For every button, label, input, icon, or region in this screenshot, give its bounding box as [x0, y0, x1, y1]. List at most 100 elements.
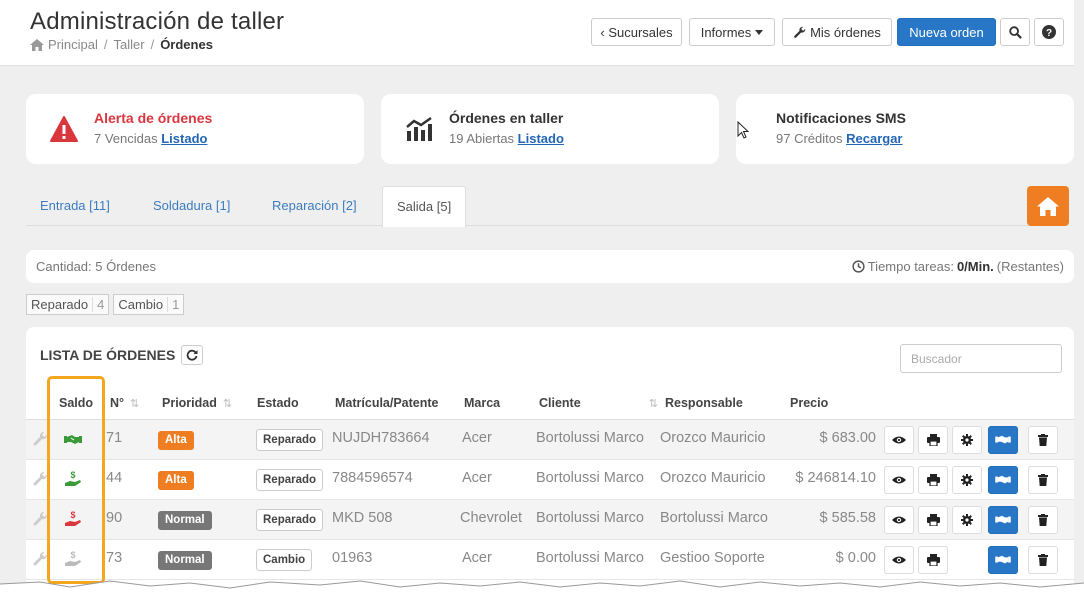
- clock-icon: [852, 260, 865, 273]
- table-row[interactable]: 71 Alta Reparado NUJDH783664 Acer Bortol…: [26, 420, 1074, 460]
- help-button[interactable]: ?: [1034, 18, 1064, 46]
- delete-button[interactable]: [1028, 466, 1058, 494]
- table-row[interactable]: $ 90 Normal Reparado MKD 508 Chevrolet B…: [26, 500, 1074, 540]
- hand-money-icon: $: [65, 470, 81, 486]
- svg-text:$: $: [70, 550, 75, 560]
- help-icon: ?: [1042, 25, 1056, 39]
- breadcrumb-home[interactable]: Principal: [48, 37, 98, 52]
- orders-list-title: LISTA DE ÓRDENES: [40, 345, 204, 365]
- column-matricula[interactable]: Matrícula/Patente: [335, 396, 439, 410]
- column-estado[interactable]: Estado: [257, 396, 299, 410]
- trash-icon: [1038, 514, 1048, 526]
- tag-reparado[interactable]: Reparado 4: [26, 294, 110, 315]
- deliver-button[interactable]: [988, 506, 1018, 534]
- refresh-button[interactable]: [181, 345, 204, 365]
- nueva-orden-label: Nueva orden: [909, 24, 984, 40]
- priority-badge: Alta: [158, 471, 194, 490]
- tag-count: 4: [92, 297, 108, 312]
- trash-icon: [1038, 434, 1048, 446]
- handshake-icon: [995, 515, 1011, 524]
- print-icon: [926, 474, 940, 486]
- status-badge: Reparado: [256, 509, 324, 531]
- sucursales-label: ‹ Sucursales: [600, 24, 673, 40]
- client: Bortolussi Marco: [536, 550, 644, 566]
- eye-icon: [892, 556, 906, 564]
- view-button[interactable]: [884, 506, 914, 534]
- wrench-icon[interactable]: [32, 511, 48, 527]
- settings-button[interactable]: [952, 506, 982, 534]
- settings-button[interactable]: [952, 466, 982, 494]
- wrench-icon[interactable]: [32, 471, 48, 487]
- view-button[interactable]: [884, 426, 914, 454]
- tag-label: Reparado: [31, 297, 89, 312]
- column-numero[interactable]: N° ⇅: [110, 396, 139, 410]
- deliver-button[interactable]: [988, 426, 1018, 454]
- wrench-icon[interactable]: [32, 551, 48, 567]
- sort-icon: ⇅: [222, 397, 233, 410]
- delete-button[interactable]: [1028, 426, 1058, 454]
- informes-dropdown-button[interactable]: Informes: [689, 18, 775, 46]
- svg-text:$: $: [70, 470, 75, 480]
- view-button[interactable]: [884, 466, 914, 494]
- breadcrumb-taller[interactable]: Taller: [113, 37, 144, 52]
- panel-title-text: LISTA DE ÓRDENES: [40, 347, 176, 363]
- view-button[interactable]: [884, 546, 914, 574]
- home-icon: [1037, 196, 1059, 216]
- gear-icon: [961, 474, 973, 486]
- settings-button[interactable]: [952, 426, 982, 454]
- delete-button[interactable]: [1028, 506, 1058, 534]
- mis-ordenes-button[interactable]: Mis órdenes: [782, 18, 892, 46]
- priority-badge: Normal: [158, 511, 212, 530]
- tab-entrada[interactable]: Entrada [11]: [26, 186, 124, 226]
- card-subtitle: 7 Vencidas Listado: [94, 131, 207, 146]
- tag-cambio[interactable]: Cambio 1: [113, 294, 185, 315]
- print-button[interactable]: [918, 506, 948, 534]
- price: $ 0.00: [835, 550, 876, 566]
- tab-salida[interactable]: Salida [5]: [382, 186, 467, 227]
- listado-link[interactable]: Listado: [518, 131, 564, 146]
- table-row[interactable]: $ 73 Normal Cambio 01963 Acer Bortolussi…: [26, 540, 1074, 580]
- recargar-link[interactable]: Recargar: [846, 131, 902, 146]
- tab-reparacion[interactable]: Reparación [2]: [258, 186, 371, 226]
- column-marca[interactable]: Marca: [464, 396, 500, 410]
- task-time-suffix: (Restantes): [996, 259, 1064, 274]
- sucursales-button[interactable]: ‹ Sucursales: [591, 18, 682, 46]
- delete-button[interactable]: [1028, 546, 1058, 574]
- column-precio[interactable]: Precio: [790, 396, 828, 410]
- orders-panel: LISTA DE ÓRDENES Saldo N° ⇅ Prioridad ⇅ Es…: [26, 327, 1074, 596]
- brand: Chevrolet: [460, 510, 523, 526]
- tag-label: Cambio: [118, 297, 164, 312]
- listado-link[interactable]: Listado: [161, 131, 207, 146]
- handshake-icon: [995, 555, 1011, 564]
- table-row[interactable]: $ 44 Alta Reparado 7884596574 Acer Borto…: [26, 460, 1074, 500]
- nueva-orden-button[interactable]: Nueva orden: [897, 18, 996, 46]
- top-header: Administración de taller Principal / Tal…: [0, 0, 1074, 66]
- deliver-button[interactable]: [988, 546, 1018, 574]
- column-responsable[interactable]: Responsable: [665, 396, 743, 410]
- mouse-cursor-icon: [737, 121, 749, 139]
- search-input[interactable]: [900, 344, 1062, 373]
- card-title: Alerta de órdenes: [94, 110, 213, 126]
- column-label: Cliente: [539, 396, 581, 410]
- mis-ordenes-label: Mis órdenes: [810, 24, 881, 40]
- print-button[interactable]: [918, 426, 948, 454]
- responsible: Bortolussi Marco: [660, 510, 768, 526]
- column-cliente[interactable]: Cliente ⇅: [539, 396, 658, 410]
- deliver-button[interactable]: [988, 466, 1018, 494]
- task-time-label: Tiempo tareas:: [867, 259, 954, 274]
- home-button[interactable]: [1027, 186, 1069, 226]
- print-icon: [926, 554, 940, 566]
- wrench-icon[interactable]: [32, 431, 48, 447]
- order-count: Cantidad: 5 Órdenes: [36, 259, 156, 274]
- print-button[interactable]: [918, 466, 948, 494]
- column-prioridad[interactable]: Prioridad ⇅: [162, 396, 232, 410]
- column-saldo[interactable]: Saldo: [59, 396, 93, 410]
- search-button[interactable]: [1000, 18, 1030, 46]
- torn-edge-decoration: [0, 580, 1084, 596]
- trash-icon: [1038, 554, 1048, 566]
- plate: NUJDH783664: [332, 430, 430, 446]
- eye-icon: [892, 516, 906, 524]
- tab-soldadura[interactable]: Soldadura [1]: [139, 186, 244, 226]
- print-button[interactable]: [918, 546, 948, 574]
- breadcrumb: Principal / Taller / Órdenes: [30, 37, 213, 52]
